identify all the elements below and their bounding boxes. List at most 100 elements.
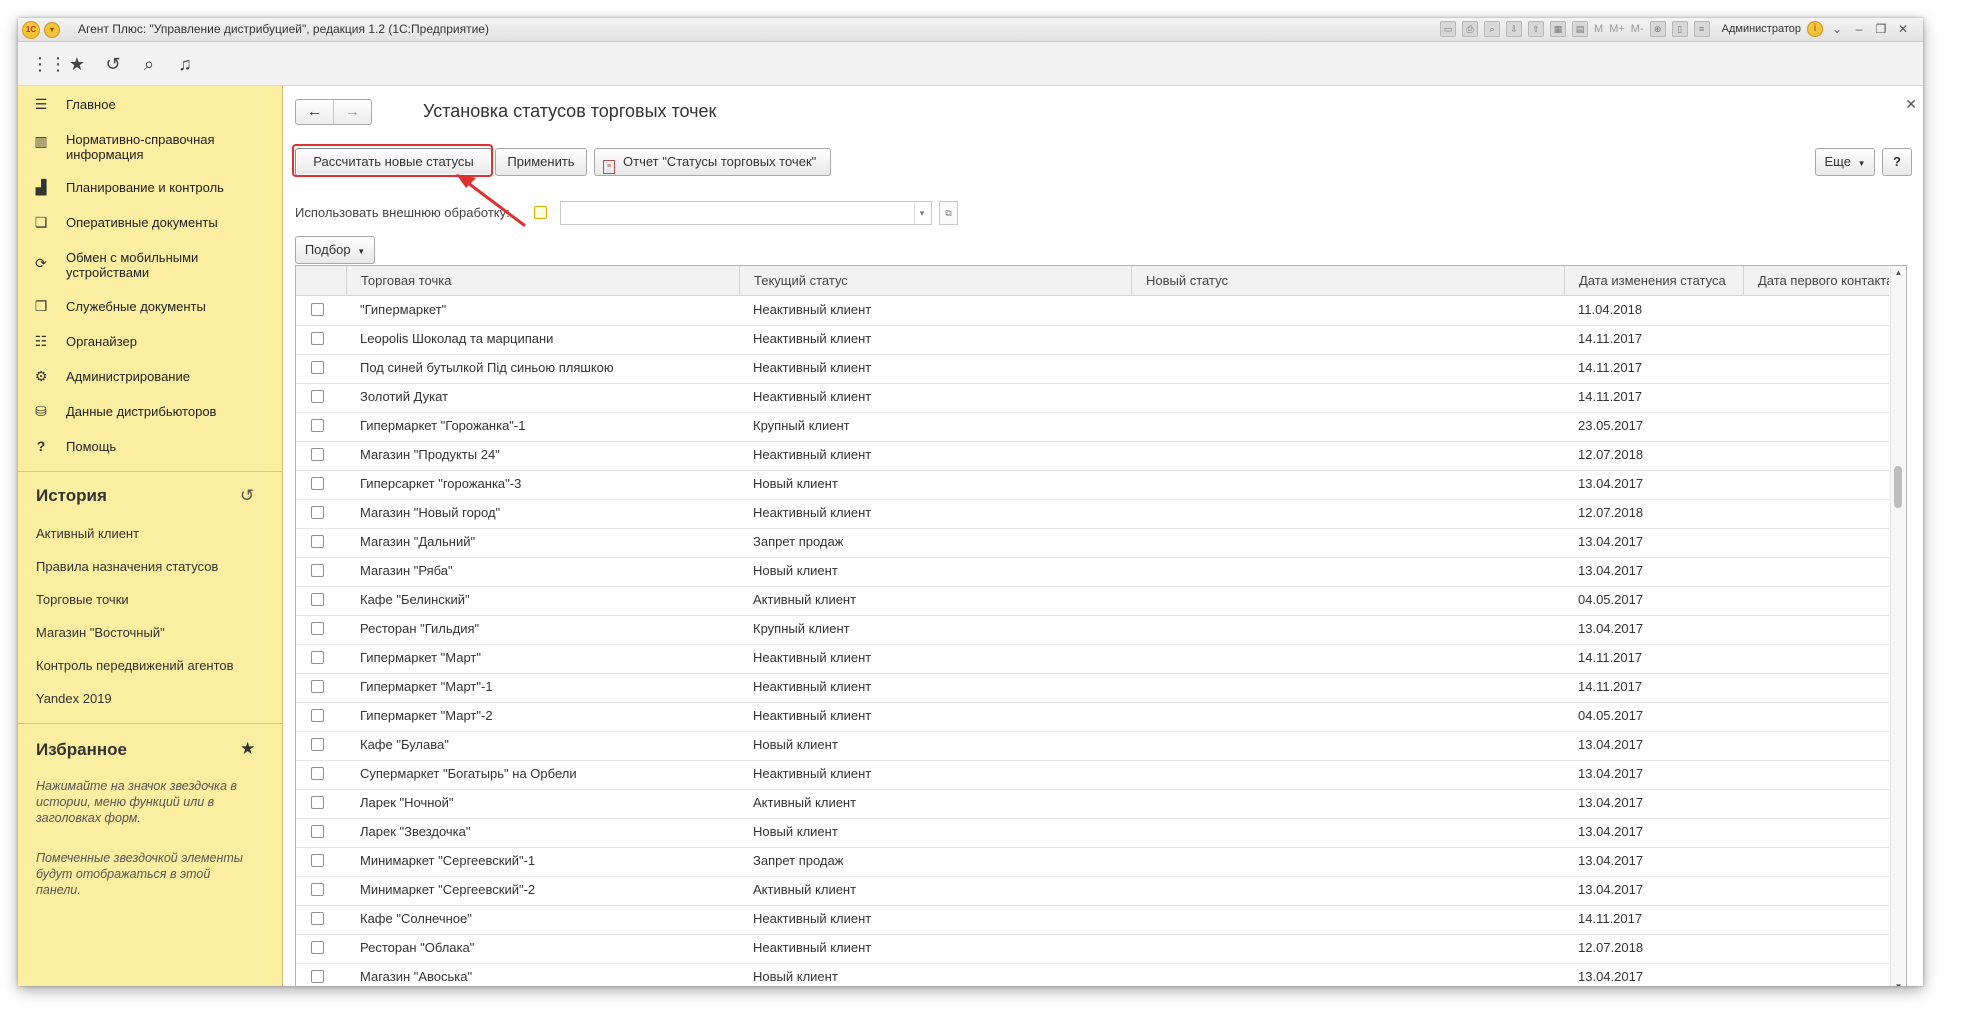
main-menu-dropdown-icon[interactable]: ▾	[44, 22, 60, 38]
row-checkbox[interactable]	[311, 622, 324, 635]
apply-button[interactable]: Применить	[495, 148, 587, 176]
outlets-table[interactable]: Торговая точка Текущий статус Новый стат…	[295, 265, 1907, 986]
zoom-icon[interactable]: ⊕	[1649, 21, 1666, 37]
table-row[interactable]: Магазин "Продукты 24" Неактивный клиент 12…	[296, 441, 1889, 471]
chevron-down-icon[interactable]: ▾	[914, 202, 929, 224]
row-checkbox[interactable]	[311, 419, 324, 432]
table-row[interactable]: Гипермаркет "Март"-2 Неактивный клиент 04.…	[296, 702, 1889, 732]
apps-grid-icon[interactable]: ⋮⋮	[31, 54, 67, 74]
report-button[interactable]: ≡ Отчет "Статусы торговых точек"	[594, 148, 831, 176]
row-checkbox[interactable]	[311, 303, 324, 316]
table-row[interactable]: Кафе "Солнечное" Неактивный клиент 14.11.2…	[296, 905, 1889, 935]
table-row[interactable]: Гипермаркет "Март"-1 Неактивный клиент 14.…	[296, 673, 1889, 703]
open-icon[interactable]: ⧉	[939, 201, 958, 225]
row-checkbox[interactable]	[311, 680, 324, 693]
save-icon[interactable]: ▭	[1440, 21, 1457, 37]
spreadsheet-icon[interactable]: ▦	[1550, 21, 1567, 37]
preview-icon[interactable]: ⌕	[1484, 21, 1501, 37]
table-row[interactable]: Кафе "Булава" Новый клиент 13.04.2017	[296, 731, 1889, 761]
bell-icon[interactable]: ♫	[175, 54, 195, 74]
table-row[interactable]: Гипермаркет "Март" Неактивный клиент 14.11…	[296, 644, 1889, 674]
row-checkbox[interactable]	[311, 477, 324, 490]
selection-button[interactable]: Подбор ▼	[295, 236, 375, 264]
dropdown-icon[interactable]: ⌄	[1829, 22, 1845, 36]
table-row[interactable]: Ларек "Ночной" Активный клиент 13.04.2017	[296, 789, 1889, 819]
column-header-current-status[interactable]: Текущий статус	[739, 266, 1131, 295]
row-checkbox[interactable]	[311, 709, 324, 722]
upload-icon[interactable]: ⇧	[1528, 21, 1545, 37]
column-header-new-status[interactable]: Новый статус	[1131, 266, 1564, 295]
table-row[interactable]: Leopolis Шоколад та марципани Неактивный …	[296, 325, 1889, 355]
sidebar-item-organizer[interactable]: ☷ Органайзер	[18, 333, 282, 355]
download-icon[interactable]: ⇩	[1506, 21, 1523, 37]
current-user[interactable]: Администратор	[1722, 23, 1801, 35]
links-icon[interactable]: ≡	[1693, 21, 1710, 37]
row-checkbox[interactable]	[311, 506, 324, 519]
table-row[interactable]: Минимаркет "Сергеевский"-2 Активный клиен…	[296, 876, 1889, 906]
history-icon[interactable]: ↺	[103, 54, 123, 74]
star-icon[interactable]: ★	[240, 739, 255, 759]
panel-icon[interactable]: ▯	[1671, 21, 1688, 37]
sidebar-item-main[interactable]: ☰ Главное	[18, 96, 282, 118]
table-row[interactable]: Магазин "Ряба" Новый клиент 13.04.2017	[296, 557, 1889, 587]
star-icon[interactable]: ★	[67, 54, 87, 74]
row-checkbox[interactable]	[311, 332, 324, 345]
table-row[interactable]: Ресторан "Облака" Неактивный клиент 12.07.…	[296, 934, 1889, 964]
row-checkbox[interactable]	[311, 941, 324, 954]
more-button[interactable]: Еще ▼	[1815, 148, 1875, 176]
external-processing-select[interactable]: ▾	[560, 201, 932, 225]
row-checkbox[interactable]	[311, 390, 324, 403]
row-checkbox[interactable]	[311, 361, 324, 374]
scroll-up-icon[interactable]: ▲	[1891, 266, 1906, 280]
row-checkbox[interactable]	[311, 448, 324, 461]
info-icon[interactable]: i	[1807, 21, 1823, 37]
table-row[interactable]: Золотий Дукат Неактивный клиент 14.11.2017	[296, 383, 1889, 413]
back-arrow-icon[interactable]: ←	[296, 100, 334, 124]
table-row[interactable]: "Гипермаркет" Неактивный клиент 11.04.2018	[296, 296, 1889, 326]
history-item[interactable]: Торговые точки	[36, 592, 129, 607]
search-icon[interactable]: ⌕	[139, 54, 159, 74]
table-row[interactable]: Магазин "Новый город" Неактивный клиент 12…	[296, 499, 1889, 529]
memory-plus[interactable]: M+	[1609, 23, 1625, 35]
row-checkbox[interactable]	[311, 738, 324, 751]
sidebar-item-mobile-exchange[interactable]: ⟳ Обмен с мобильными устройствами	[18, 249, 282, 283]
table-row[interactable]: Ларек "Звездочка" Новый клиент 13.04.2017	[296, 818, 1889, 848]
sidebar-item-catalogs[interactable]: ▥ Нормативно-справочная информация	[18, 131, 282, 165]
row-checkbox[interactable]	[311, 651, 324, 664]
minimize-icon[interactable]: –	[1851, 22, 1867, 36]
table-row[interactable]: Гиперсаркет "горожанка"-3 Новый клиент 13.…	[296, 470, 1889, 500]
sidebar-item-administration[interactable]: ⚙ Администрирование	[18, 368, 282, 390]
row-checkbox[interactable]	[311, 796, 324, 809]
scroll-down-icon[interactable]: ▼	[1891, 980, 1906, 986]
row-checkbox[interactable]	[311, 593, 324, 606]
table-row[interactable]: Супермаркет "Богатырь" на Орбели Неактивн…	[296, 760, 1889, 790]
row-checkbox[interactable]	[311, 825, 324, 838]
sidebar-item-service-docs[interactable]: ❐ Служебные документы	[18, 298, 282, 320]
external-processing-checkbox[interactable]	[534, 206, 547, 219]
calendar-icon[interactable]: ▤	[1572, 21, 1589, 37]
table-row[interactable]: Ресторан "Гильдия" Крупный клиент 13.04.20…	[296, 615, 1889, 645]
history-icon[interactable]: ↺	[240, 486, 254, 506]
table-row[interactable]: Минимаркет "Сергеевский"-1 Запрет продаж 1…	[296, 847, 1889, 877]
row-checkbox[interactable]	[311, 854, 324, 867]
history-item[interactable]: Магазин "Восточный"	[36, 625, 165, 640]
table-row[interactable]: Под синей бутылкой Під синьою пляшкою Неа…	[296, 354, 1889, 384]
forward-arrow-icon[interactable]: →	[334, 100, 371, 124]
close-window-icon[interactable]: ✕	[1895, 22, 1911, 36]
memory-m[interactable]: M	[1594, 23, 1603, 35]
row-checkbox[interactable]	[311, 970, 324, 983]
sidebar-item-planning[interactable]: ▟ Планирование и контроль	[18, 179, 282, 201]
table-scrollbar[interactable]: ▲ ▼	[1890, 266, 1906, 986]
history-item[interactable]: Контроль передвижений агентов	[36, 658, 234, 673]
row-checkbox[interactable]	[311, 883, 324, 896]
row-checkbox[interactable]	[311, 535, 324, 548]
history-item[interactable]: Правила назначения статусов	[36, 559, 218, 574]
help-button[interactable]: ?	[1882, 148, 1912, 176]
column-header-outlet[interactable]: Торговая точка	[346, 266, 739, 295]
row-checkbox[interactable]	[311, 564, 324, 577]
sidebar-item-help[interactable]: ? Помощь	[18, 438, 282, 460]
close-form-icon[interactable]: ✕	[1905, 96, 1917, 113]
app-logo-icon[interactable]: 1C	[22, 21, 40, 39]
row-checkbox[interactable]	[311, 912, 324, 925]
history-item[interactable]: Yandex 2019	[36, 691, 112, 706]
